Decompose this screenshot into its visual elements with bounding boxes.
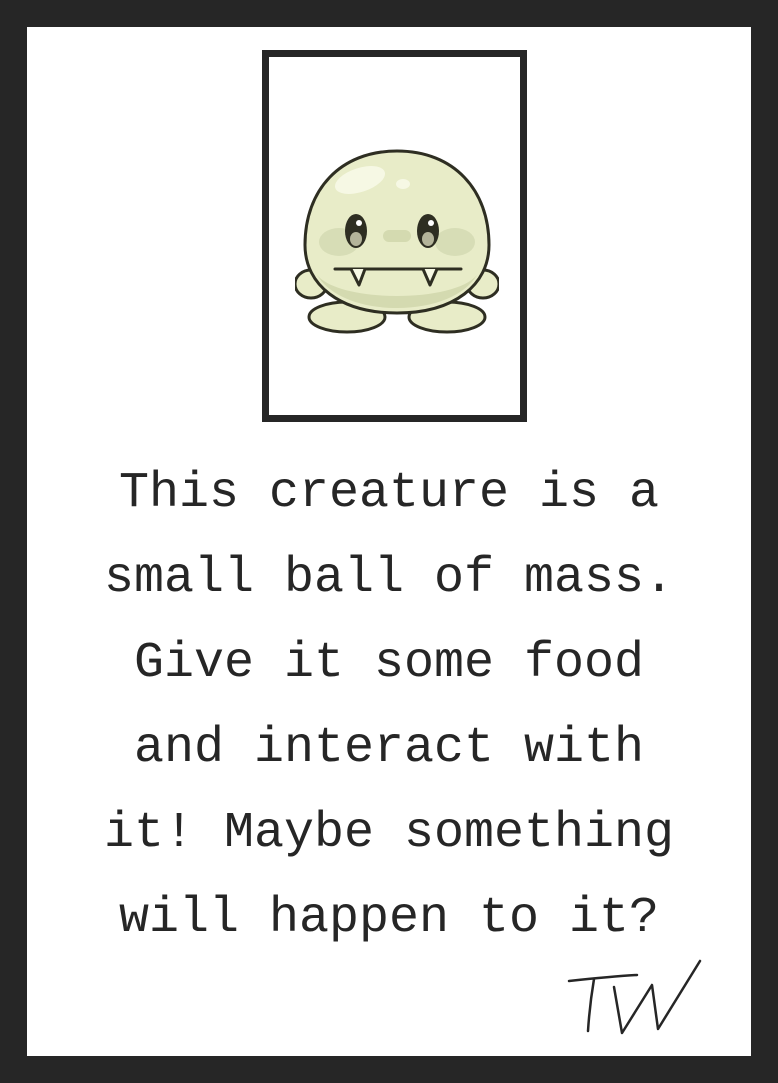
description-line: Give it some food xyxy=(133,635,645,692)
blob-creature-icon xyxy=(295,149,499,334)
description-line: This creature is a xyxy=(118,465,660,522)
description-line: and interact with xyxy=(133,720,645,777)
creature-card: This creature is a small ball of mass. Giv… xyxy=(27,27,751,1056)
creature-portrait-frame xyxy=(262,50,527,422)
handwritten-signature xyxy=(567,959,702,1035)
description-line: will happen to it? xyxy=(118,890,660,947)
creature-description: This creature is a small ball of mass. Giv… xyxy=(27,451,751,961)
description-line: it! Maybe something xyxy=(103,805,675,862)
description-line: small ball of mass. xyxy=(103,550,675,607)
